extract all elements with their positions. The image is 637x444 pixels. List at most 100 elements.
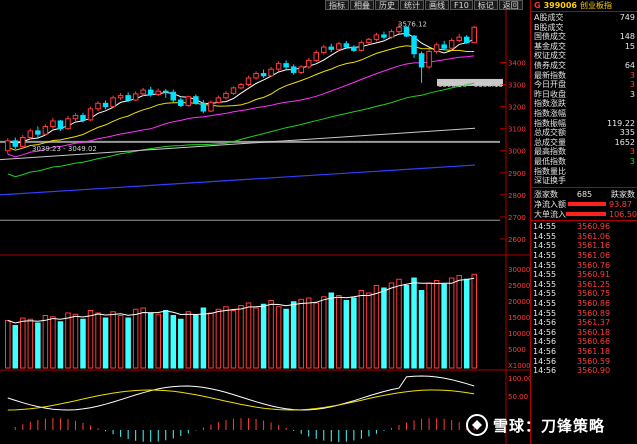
stat-label: 最高指数 <box>534 147 566 157</box>
candle-body <box>298 66 304 73</box>
candle-body <box>253 73 259 79</box>
volume-bar <box>155 313 161 369</box>
kline-chart[interactable]: 30000 25000 20000 15000 10000 5000 X10000 100.… <box>0 0 530 444</box>
stat-value: 1652 <box>614 137 635 147</box>
tick-price: 3561.18 <box>577 347 611 356</box>
volume-label: 20000 <box>508 298 530 306</box>
tick-row: 14:56 3561.18 <box>533 347 637 357</box>
stat-row: 最新指数 3 <box>534 71 637 81</box>
stat-value: 3 <box>629 80 635 90</box>
candle-body <box>305 59 312 68</box>
stat-value: 15 <box>624 41 635 51</box>
price-label: 2900 <box>508 170 526 178</box>
volume-bar <box>20 317 26 369</box>
volume-bar <box>260 303 267 369</box>
stat-row: 今日开盘 3 <box>534 80 637 90</box>
volume-bar <box>448 277 455 369</box>
candle-body <box>27 130 34 139</box>
volume-bar <box>463 278 470 369</box>
toolbar-button-7[interactable]: 返回 <box>498 0 523 10</box>
candle-body <box>321 46 327 54</box>
tick-time: 14:56 <box>533 366 557 376</box>
tick-row: 14:55 3561.16 <box>533 241 637 251</box>
tick-time: 14:55 <box>533 241 557 251</box>
volume-bar <box>328 292 335 369</box>
stat-label: 总成交量 <box>534 137 566 147</box>
volume-bar <box>290 301 297 369</box>
volume-bar <box>170 315 177 369</box>
price-axis: 3400 3300 3200 3100 3000 2900 2800 2700 2600 <box>500 60 526 244</box>
price-label: 3200 <box>508 104 526 112</box>
candle-body <box>170 91 177 101</box>
tick-price: 3561.06 <box>577 231 611 241</box>
tick-row: 14:55 3560.89 <box>533 309 637 319</box>
volume-label: 30000 <box>508 266 530 274</box>
toolbar-button-4[interactable]: 画线 <box>425 0 449 10</box>
candle-body <box>358 42 365 51</box>
candle-body <box>336 43 342 50</box>
tick-row: 14:55 3561.25 <box>533 280 637 290</box>
toolbar-button-5[interactable]: F10 <box>450 0 473 10</box>
candle-body <box>57 120 64 130</box>
volume-bar <box>433 280 440 369</box>
volume-bar <box>65 312 71 369</box>
volume-bar <box>215 308 222 369</box>
candle-body <box>125 95 131 101</box>
toolbar-button-0[interactable]: 指标 <box>325 0 349 10</box>
toolbar-button-3[interactable]: 统计 <box>400 0 424 10</box>
low-label: 3308.50 - 3338.13 <box>438 81 503 89</box>
volume-bar <box>313 302 319 369</box>
stat-row: 债券成交 64 <box>534 61 637 71</box>
candle-body <box>80 114 86 121</box>
tick-row: 14:55 3561.06 <box>533 251 637 261</box>
toolbar-button-2[interactable]: 历史 <box>375 0 399 10</box>
volume-bar <box>163 310 169 369</box>
snowball-logo-icon <box>466 414 488 436</box>
volume-bar <box>351 297 357 369</box>
stat-row: A股成交 749 <box>534 13 637 23</box>
macd-label: 50.00 <box>508 393 528 401</box>
volume-bar <box>132 308 139 369</box>
stat-row: 国债成交 148 <box>534 32 637 42</box>
tick-time: 14:55 <box>533 299 557 309</box>
volume-bar <box>147 312 154 369</box>
candle-body <box>411 35 417 55</box>
stat-label: 指数量比 <box>534 166 566 176</box>
candle-body <box>313 52 319 61</box>
rise-count-value: 685 <box>576 189 593 199</box>
tick-time: 14:55 <box>533 279 557 289</box>
volume-bar <box>87 310 94 369</box>
volume-bar <box>343 300 350 369</box>
tick-time: 14:55 <box>533 222 557 232</box>
volume-bar <box>245 302 252 369</box>
stat-value: 119.22 <box>607 118 635 128</box>
tick-time: 14:56 <box>533 347 557 356</box>
candlestick-series[interactable] <box>5 23 477 155</box>
volume-bar <box>418 290 425 369</box>
stat-label: A股成交 <box>534 13 564 22</box>
candle-body <box>5 140 11 152</box>
tick-price: 3561.16 <box>577 241 611 251</box>
candle-body <box>95 102 101 110</box>
index-code: 399006 <box>543 1 577 10</box>
candle-body <box>463 36 470 44</box>
toolbar-button-1[interactable]: 相叠 <box>350 0 374 10</box>
tick-row: 14:56 3560.66 <box>533 337 637 347</box>
candle-body <box>178 99 184 107</box>
tick-row: 14:55 3560.86 <box>533 299 637 309</box>
candle-body <box>147 89 154 96</box>
candle-body <box>471 26 477 44</box>
tick-row: 14:55 3560.76 <box>533 261 637 271</box>
volume-bar <box>230 310 237 369</box>
ma10-line <box>7 45 475 151</box>
stat-label: 基金成交 <box>534 41 566 51</box>
toolbar-button-6[interactable]: 标记 <box>473 0 498 10</box>
high-label: 3576.12 <box>398 21 427 29</box>
stat-label: 最新指数 <box>534 70 566 80</box>
tick-row: 14:56 3560.59 <box>533 357 637 367</box>
candle-body <box>275 63 282 70</box>
volume-bar <box>57 321 64 369</box>
tick-row: 14:55 3560.91 <box>533 270 637 280</box>
candle-body <box>238 84 244 89</box>
price-label: 3000 <box>508 148 526 156</box>
